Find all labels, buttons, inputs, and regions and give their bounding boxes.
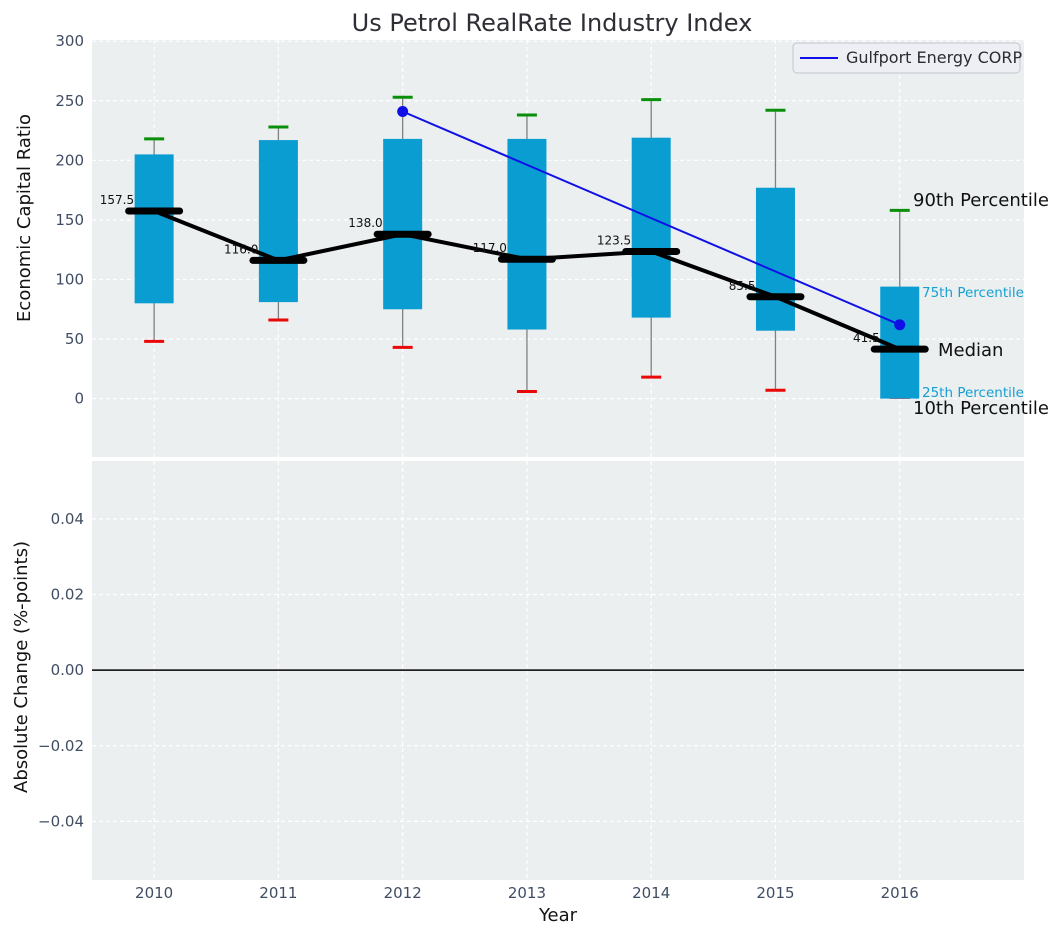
bottom-y-tick-label: 0.00	[51, 661, 84, 679]
company-series-marker-2012	[397, 106, 408, 117]
bottom-y-tick-label: −0.04	[38, 812, 84, 830]
panel-backgrounds	[92, 40, 1024, 880]
median-value-label-2014: 123.5	[597, 233, 631, 247]
x-tick-label: 2015	[756, 884, 794, 902]
legend: Gulfport Energy CORP	[793, 43, 1022, 73]
iqr-box-2015	[756, 188, 795, 331]
top-y-tick-label: 150	[55, 211, 84, 229]
iqr-box-2012	[383, 139, 422, 309]
iqr-box-2014	[632, 138, 671, 318]
median-value-label-2012: 138.0	[348, 216, 382, 230]
bottom-y-tick-label: 0.02	[51, 585, 84, 603]
x-axis-label: Year	[538, 905, 578, 926]
x-tick-label: 2016	[881, 884, 919, 902]
top-y-tick-label: 250	[55, 92, 84, 110]
figure-canvas: 157.5 116.0 138.0 117.0 123.5 85.5 41.5 0 50 100…	[0, 0, 1049, 942]
annotation-10th-percentile: 10th Percentile	[913, 398, 1049, 419]
chart-title: Us Petrol RealRate Industry Index	[352, 9, 753, 37]
x-tick-label: 2010	[135, 884, 173, 902]
bottom-y-tick-label: −0.02	[38, 737, 84, 755]
top-y-tick-label: 100	[55, 270, 84, 288]
x-tick-label: 2012	[384, 884, 422, 902]
top-y-tick-label: 0	[74, 390, 84, 408]
median-bar-2015	[746, 293, 804, 300]
x-tick-label: 2014	[632, 884, 670, 902]
median-bar-2010	[125, 207, 183, 214]
top-y-tick-label: 50	[65, 330, 84, 348]
iqr-box-2013	[507, 139, 546, 330]
annotation-median: Median	[938, 340, 1003, 361]
bottom-y-axis-label: Absolute Change (%-points)	[11, 541, 32, 793]
median-bar-2012	[374, 231, 432, 238]
x-tick-label: 2011	[259, 884, 297, 902]
legend-entry-label: Gulfport Energy CORP	[846, 48, 1022, 67]
iqr-box-2011	[259, 140, 298, 302]
iqr-box-2010	[135, 154, 174, 303]
median-bar-2014	[622, 248, 680, 255]
annotation-90th-percentile: 90th Percentile	[913, 190, 1049, 211]
median-bar-2013	[498, 256, 556, 263]
top-y-axis-label: Economic Capital Ratio	[14, 114, 35, 322]
top-y-tick-label: 300	[55, 32, 84, 50]
median-value-label-2013: 117.0	[473, 241, 507, 255]
median-value-label-2010: 157.5	[100, 193, 134, 207]
median-value-label-2011: 116.0	[224, 242, 258, 256]
median-bar-2011	[249, 257, 307, 264]
median-value-label-2016: 41.5	[853, 331, 880, 345]
x-tick-label: 2013	[508, 884, 546, 902]
company-series-marker-2016	[894, 319, 905, 330]
chart-svg: 157.5 116.0 138.0 117.0 123.5 85.5 41.5 0 50 100…	[0, 0, 1049, 942]
bottom-y-tick-label: 0.04	[51, 510, 84, 528]
annotation-75th-percentile: 75th Percentile	[922, 285, 1024, 301]
median-value-label-2015: 85.5	[729, 279, 756, 293]
top-y-tick-label: 200	[55, 151, 84, 169]
median-bar-2016	[871, 346, 929, 353]
